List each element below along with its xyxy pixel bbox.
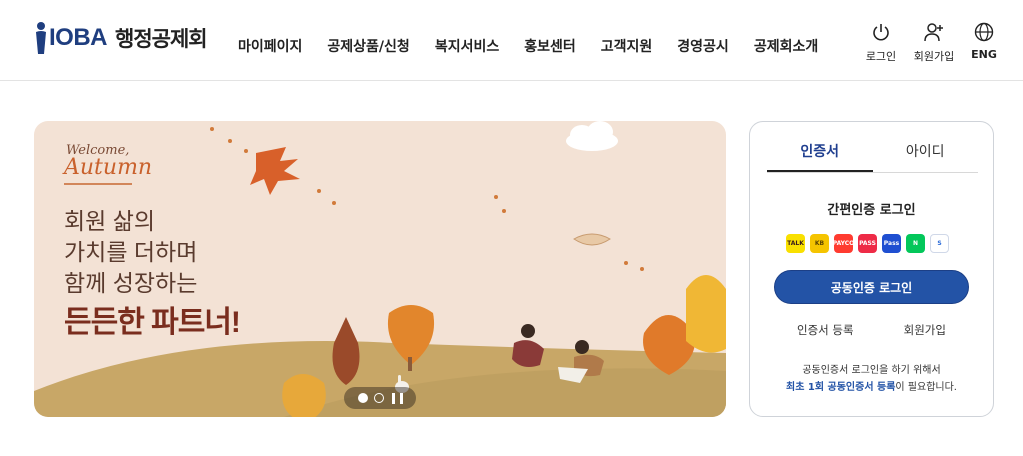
site-header: IOBA 행정공제회 마이페이지 공제상품/신청 복지서비스 홍보센터 고객지원… xyxy=(0,0,1023,81)
logo-figure-icon xyxy=(36,22,46,54)
kb-icon[interactable]: KB xyxy=(810,234,829,253)
globe-icon xyxy=(974,22,994,42)
main-nav: 마이페이지 공제상품/신청 복지서비스 홍보센터 고객지원 경영공시 공제회소개 xyxy=(238,36,843,56)
banner-slogan-strong: 든든한 파트너! xyxy=(64,306,241,339)
login-notice: 공동인증서 로그인을 하기 위해서 최초 1회 공동인증서 등록이 필요합니다. xyxy=(750,362,993,396)
slogan-line: 가치를 더하며 xyxy=(64,239,198,265)
power-icon xyxy=(873,24,889,41)
slide-indicator-2[interactable] xyxy=(373,393,384,403)
pass-icon[interactable]: PASS xyxy=(858,234,877,253)
signup-link-card[interactable]: 회원가입 xyxy=(904,322,946,338)
language-label: ENG xyxy=(971,48,997,61)
nav-support[interactable]: 고객지원 xyxy=(601,36,653,56)
simple-auth-title: 간편인증 로그인 xyxy=(827,203,916,218)
slogan-line: 회원 삶의 xyxy=(64,208,156,234)
nav-pr-center[interactable]: 홍보센터 xyxy=(524,36,576,56)
signup-link[interactable]: 회원가입 xyxy=(908,22,960,64)
user-add-icon xyxy=(924,23,943,42)
login-link[interactable]: 로그인 xyxy=(855,22,907,64)
naver-icon[interactable]: N xyxy=(906,234,925,253)
notice-tail: 이 필요합니다. xyxy=(895,382,957,393)
login-panel: 인증서 아이디 간편인증 로그인 TALK KB PAYCO PASS Pass N S 공… xyxy=(749,121,994,417)
pause-icon[interactable] xyxy=(391,392,403,404)
tab-id[interactable]: 아이디 xyxy=(873,136,979,172)
notice-line: 공동인증서 로그인을 하기 위해서 xyxy=(802,365,941,376)
season-underline xyxy=(64,183,132,185)
login-tabs: 인증서 아이디 xyxy=(767,136,978,173)
banner-season: Autumn xyxy=(64,155,153,180)
payco-icon[interactable]: PAYCO xyxy=(834,234,853,253)
samsung-pass-icon[interactable]: Pass xyxy=(882,234,901,253)
notice-highlight[interactable]: 최초 1회 공동인증서 등록 xyxy=(786,382,895,393)
login-label: 로그인 xyxy=(865,50,897,63)
nav-mypage[interactable]: 마이페이지 xyxy=(238,36,302,56)
shinhan-icon[interactable]: S xyxy=(930,234,949,253)
nav-disclosure[interactable]: 경영공시 xyxy=(677,36,729,56)
site-logo[interactable]: IOBA 행정공제회 xyxy=(33,18,208,58)
signup-label: 회원가입 xyxy=(913,50,955,63)
cert-register-link[interactable]: 인증서 등록 xyxy=(797,322,854,338)
banner-slogan: 회원 삶의 가치를 더하며 함께 성장하는 xyxy=(64,206,197,299)
language-link[interactable]: ENG xyxy=(958,22,1010,61)
simple-auth-providers: TALK KB PAYCO PASS Pass N S xyxy=(786,234,949,253)
kakao-icon[interactable]: TALK xyxy=(786,234,805,253)
hero-banner[interactable]: Welcome, Autumn 회원 삶의 가치를 더하며 함께 성장하는 든든… xyxy=(34,121,726,417)
notice-line: 최초 1회 공동인증서 등록이 필요합니다. xyxy=(750,379,993,396)
logo-text: 행정공제회 xyxy=(115,27,208,51)
slogan-line: 함께 성장하는 xyxy=(64,270,198,296)
logo-mark: IOBA xyxy=(49,24,108,51)
joint-cert-login-button[interactable]: 공동인증 로그인 xyxy=(774,270,969,304)
nav-welfare[interactable]: 복지서비스 xyxy=(435,36,499,56)
tab-certificate[interactable]: 인증서 xyxy=(767,136,873,172)
nav-products[interactable]: 공제상품/신청 xyxy=(327,36,409,56)
nav-about[interactable]: 공제회소개 xyxy=(754,36,818,56)
slider-controls xyxy=(344,387,416,409)
slide-indicator-1[interactable] xyxy=(357,393,368,403)
login-links: 인증서 등록 회원가입 xyxy=(750,322,993,338)
